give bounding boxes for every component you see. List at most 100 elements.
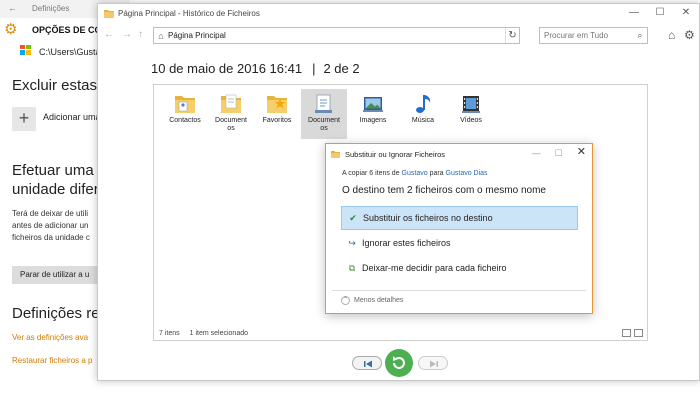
forward-icon[interactable]: →	[122, 29, 132, 40]
dialog-title: Substituir ou Ignorar Ficheiros	[345, 149, 446, 159]
file-item-label: Contactos	[169, 117, 201, 124]
search-box[interactable]: ⌕	[539, 27, 648, 44]
next-icon	[430, 360, 438, 368]
restore-button[interactable]	[385, 349, 413, 377]
home-small-icon: ⌂	[158, 30, 164, 41]
view-buttons	[622, 329, 643, 337]
file-item-documents[interactable]: Document os	[208, 89, 254, 139]
refresh-icon[interactable]: ↻	[505, 28, 519, 43]
address-value: Página Principal	[168, 31, 226, 40]
file-item-label: Música	[411, 117, 435, 124]
next-version-button[interactable]	[418, 356, 448, 370]
contacts-folder-icon	[175, 96, 195, 113]
date-separator: |	[312, 61, 316, 76]
music-library-icon	[416, 95, 431, 113]
window-title: Página Principal - Histórico de Ficheiro…	[118, 8, 260, 18]
backup-heading-line-2: unidade difere	[12, 181, 108, 198]
documents-library-icon	[315, 94, 332, 113]
selection-count: 1 item selecionado	[189, 330, 248, 337]
backup-date: 10 de maio de 2016 16:41	[151, 61, 303, 76]
dialog-heading: O destino tem 2 ficheiros com o mesmo no…	[342, 185, 546, 196]
file-item-videos[interactable]: Vídeos	[448, 89, 494, 139]
window-controls: — ☐ ✕	[621, 4, 699, 22]
minimize-button[interactable]: —	[621, 4, 647, 22]
skip-icon: ↪	[348, 237, 356, 248]
details-view-icon[interactable]	[622, 329, 631, 337]
backup-text-line-2: antes de adicionar un	[12, 221, 89, 230]
add-folder-label[interactable]: Adicionar uma	[43, 112, 101, 122]
file-item-label: Vídeos	[460, 117, 482, 124]
backup-path: C:\Users\Gusta	[39, 47, 101, 57]
backup-heading-line-1: Efetuar uma c	[12, 162, 106, 179]
copy-source-link[interactable]: Gustavo	[402, 170, 428, 177]
status-bar: 7 itens 1 item selecionado	[159, 330, 248, 337]
file-item-music[interactable]: Música	[400, 89, 446, 139]
file-item-label: Imagens	[359, 117, 387, 124]
chevron-up-icon: ⌃	[341, 296, 350, 305]
pictures-library-icon	[363, 97, 383, 112]
backup-date-line: 10 de maio de 2016 16:41 | 2 de 2	[151, 61, 360, 76]
file-item-label: Document	[308, 117, 340, 124]
search-input[interactable]	[544, 31, 632, 40]
fewer-details-toggle[interactable]: ⌃ Menos detalhes	[341, 296, 403, 305]
gear-icon[interactable]: ⚙	[684, 28, 695, 42]
videos-library-icon	[462, 96, 480, 113]
home-icon[interactable]: ⌂	[668, 28, 675, 42]
dialog-minimize-button[interactable]: —	[532, 148, 541, 159]
gear-icon: ⚙	[4, 21, 18, 38]
add-folder-button[interactable]: +	[12, 107, 36, 131]
copy-prefix: A copiar 6 itens de	[342, 170, 402, 177]
check-icon: ✔	[349, 212, 357, 223]
copy-info: A copiar 6 itens de Gustavo para Gustavo…	[342, 170, 488, 177]
page-indicator: 2 de 2	[323, 61, 360, 76]
favorites-folder-icon	[267, 96, 287, 113]
playback-controls	[352, 349, 448, 377]
copy-folder-icon	[331, 151, 340, 158]
restore-icon	[393, 356, 405, 369]
fewer-details-label: Menos detalhes	[354, 297, 404, 304]
file-item-documents-library[interactable]: Document os	[301, 89, 347, 139]
item-count: 7 itens	[159, 330, 180, 337]
dialog-divider	[332, 290, 586, 291]
file-item-label: Favoritos	[262, 117, 292, 124]
close-button[interactable]: ✕	[673, 4, 699, 22]
back-icon[interactable]: ←	[104, 29, 114, 40]
back-arrow-icon[interactable]: ←	[8, 3, 17, 13]
file-item-label-2: os	[320, 125, 328, 132]
file-item-label: Document	[215, 117, 247, 124]
file-item-contacts[interactable]: Contactos	[162, 89, 208, 139]
skip-files-option[interactable]: ↪ Ignorar estes ficheiros	[341, 231, 578, 255]
restore-files-link[interactable]: Restaurar ficheiros a p	[12, 356, 92, 365]
large-icons-view-icon[interactable]	[634, 329, 643, 337]
file-item-label-2: os	[227, 125, 235, 132]
file-item-pictures[interactable]: Imagens	[350, 89, 396, 139]
copy-mid: para	[427, 170, 446, 177]
compare-icon: ⧉	[348, 262, 356, 273]
decide-each-label: Deixar-me decidir para cada ficheiro	[362, 263, 507, 273]
backup-text-line-3: ficheiros da unidade c	[12, 233, 90, 242]
copy-destination-link[interactable]: Gustavo Dias	[446, 170, 488, 177]
folder-icon	[104, 9, 114, 18]
documents-folder-icon	[221, 94, 241, 113]
replace-files-label: Substituir os ficheiros no destino	[363, 213, 493, 223]
exclude-heading: Excluir estas p	[12, 77, 110, 94]
skip-files-label: Ignorar estes ficheiros	[362, 238, 451, 248]
previous-version-button[interactable]	[352, 356, 382, 370]
file-item-favorites[interactable]: Favoritos	[254, 89, 300, 139]
dialog-controls: — ☐ ✕	[532, 147, 586, 159]
search-icon[interactable]: ⌕	[633, 30, 647, 41]
advanced-settings-link[interactable]: Ver as definições ava	[12, 333, 88, 342]
section-title: OPÇÕES DE CÓ	[32, 25, 102, 35]
up-icon[interactable]: ↑	[138, 29, 143, 40]
file-history-titlebar: Página Principal - Histórico de Ficheiro…	[98, 4, 699, 22]
previous-icon	[364, 360, 372, 368]
replace-skip-dialog: Substituir ou Ignorar Ficheiros — ☐ ✕ A …	[325, 143, 593, 314]
backup-text-line-1: Terá de deixar de utili	[12, 209, 89, 218]
maximize-button[interactable]: ☐	[647, 4, 673, 22]
replace-files-option[interactable]: ✔ Substituir os ficheiros no destino	[341, 206, 578, 230]
decide-each-option[interactable]: ⧉ Deixar-me decidir para cada ficheiro	[341, 256, 578, 280]
dialog-close-button[interactable]: ✕	[577, 147, 586, 159]
dialog-maximize-button[interactable]: ☐	[555, 148, 563, 159]
toolbar: ← → ↑ ⌂ Página Principal ↻ ⌕ ⌂ ⚙	[98, 25, 699, 47]
address-bar[interactable]: ⌂ Página Principal ↻	[153, 27, 520, 44]
